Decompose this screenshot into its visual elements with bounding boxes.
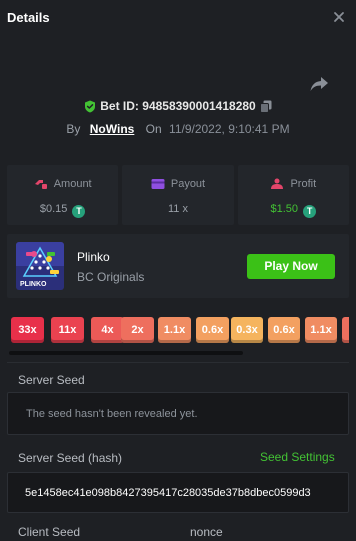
usdt-coin-icon: T: [72, 205, 86, 218]
stat-profit: Profit $1.50 T: [237, 165, 349, 225]
multiplier-slot: 1.1x: [158, 317, 191, 343]
bet-stats: Amount $0.15 T Payout 11 x Profit $1.50 …: [7, 165, 349, 225]
amount-value: $0.15: [39, 203, 68, 215]
multiplier-slot: 33x: [11, 317, 44, 343]
divider: [7, 362, 349, 363]
plinko-thumb-text: PLINKO: [20, 281, 47, 288]
share-icon[interactable]: [309, 75, 329, 93]
plinko-thumbnail[interactable]: PLINKO: [16, 242, 64, 290]
seed-settings-link[interactable]: Seed Settings: [260, 450, 335, 464]
game-name: Plinko: [77, 250, 110, 264]
close-icon[interactable]: [332, 10, 346, 24]
multiplier-slot: 0.3x: [231, 317, 263, 343]
bet-date: 11/9/2022, 9:10:41 PM: [169, 122, 290, 136]
stat-amount: Amount $0.15 T: [7, 165, 119, 225]
server-seed-label: Server Seed: [18, 373, 85, 387]
play-now-button[interactable]: Play Now: [247, 254, 335, 279]
multiplier-slot: 0.6x: [196, 317, 229, 343]
game-provider: BC Originals: [77, 270, 145, 284]
multiplier-slot: 1.1x: [305, 317, 337, 343]
profit-icon: [271, 178, 284, 189]
panel-header: Details: [0, 0, 356, 36]
client-seed-label: Client Seed: [18, 525, 81, 539]
multiplier-row: 33x 11x 4x 2x 1.1x 0.6x 0.3x 0.6x 1.1x 2…: [11, 317, 349, 343]
server-seed-placeholder: The seed hasn't been revealed yet.: [26, 408, 198, 420]
multiplier-slot: 0.6x: [268, 317, 300, 343]
multiplier-scrollbar[interactable]: [9, 351, 243, 355]
on-label: On: [145, 122, 162, 136]
payout-label: Payout: [170, 178, 206, 190]
server-seed-field[interactable]: The seed hasn't been revealed yet.: [7, 392, 349, 435]
bet-id-row: Bet ID: 94858390001418280: [0, 99, 356, 113]
bet-id-text: Bet ID: 94858390001418280: [100, 99, 256, 113]
payout-value: 11 x: [168, 203, 188, 215]
copy-icon[interactable]: [259, 100, 272, 113]
verified-shield-icon: [85, 100, 96, 113]
server-seed-hash-label: Server Seed (hash): [18, 451, 123, 465]
profit-value: $1.50: [270, 203, 299, 215]
profit-label: Profit: [290, 178, 317, 190]
by-label: By: [66, 122, 81, 136]
bet-byline: By NoWins On 11/9/2022, 9:10:41 PM: [0, 122, 356, 136]
bet-details-panel: Details Bet ID: 94858390001418280 By NoW…: [0, 0, 356, 541]
server-seed-hash-value: 5e1458ec41e098b8427395417c28035de37b8dbe…: [25, 487, 311, 499]
server-seed-hash-field[interactable]: 5e1458ec41e098b8427395417c28035de37b8dbe…: [7, 472, 349, 513]
multiplier-slot: 2x: [342, 317, 349, 343]
username-link[interactable]: NoWins: [90, 122, 135, 136]
usdt-coin-icon: T: [303, 205, 317, 218]
nonce-label: nonce: [190, 525, 223, 539]
multiplier-slot: 4x: [91, 317, 124, 343]
panel-title: Details: [7, 10, 50, 25]
multiplier-slot: 2x: [121, 317, 154, 343]
multiplier-slot: 11x: [51, 317, 84, 343]
stat-payout: Payout 11 x: [122, 165, 234, 225]
amount-label: Amount: [53, 178, 92, 190]
game-card: PLINKO Plinko BC Originals Play Now: [7, 234, 349, 298]
payout-icon: [151, 179, 165, 189]
amount-icon: [34, 180, 47, 189]
